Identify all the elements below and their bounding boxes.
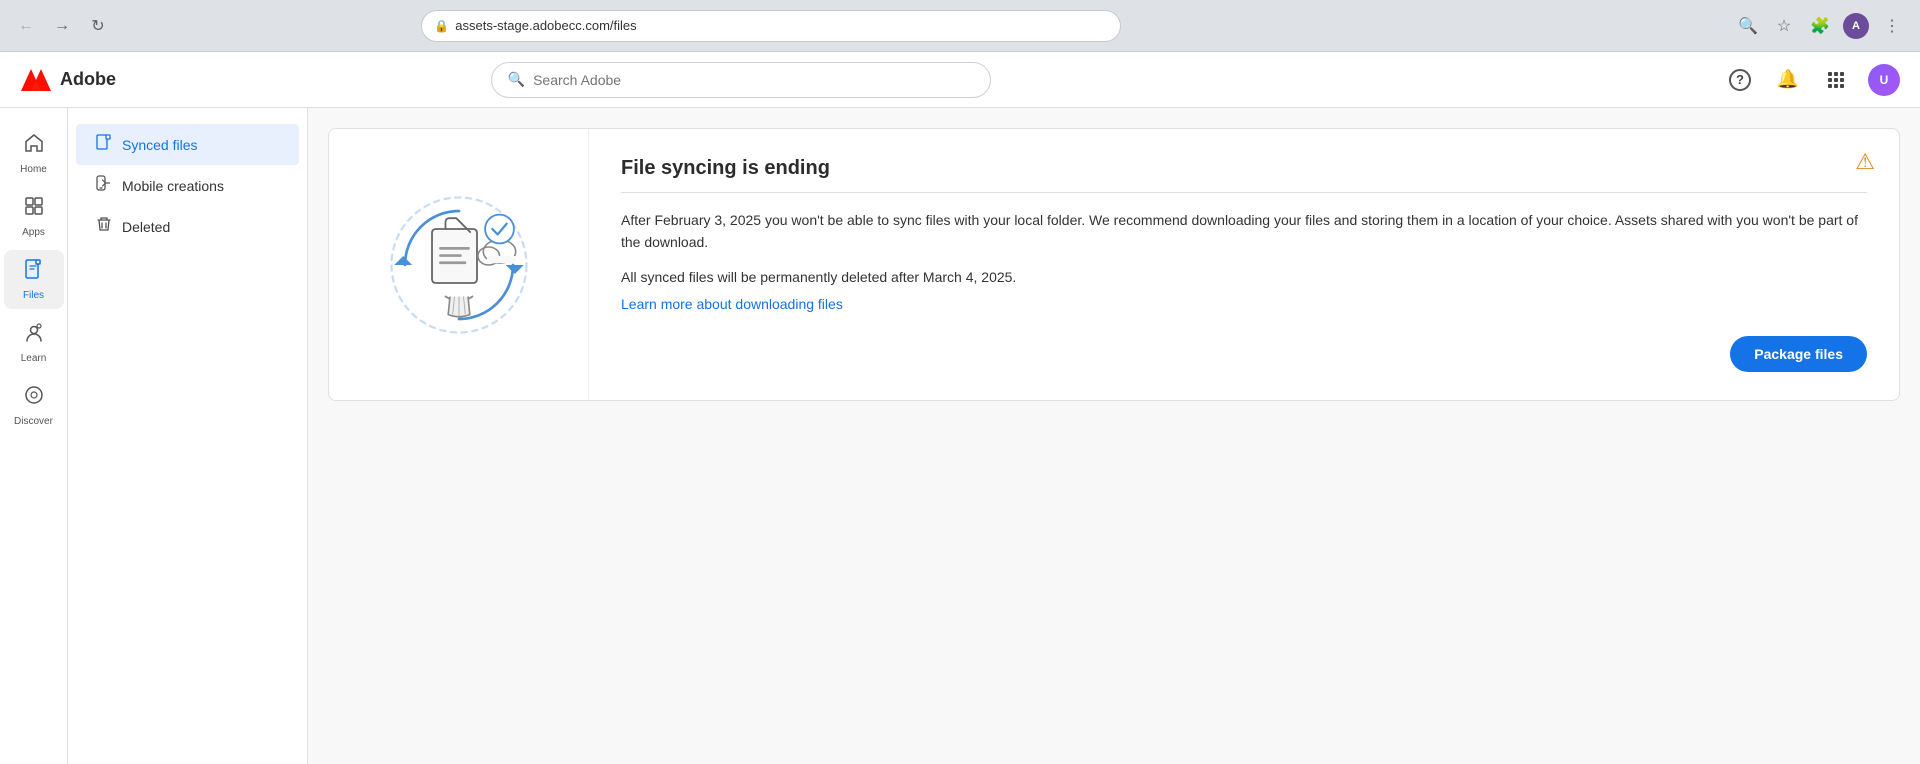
- help-button[interactable]: ?: [1724, 64, 1756, 96]
- mobile-creations-icon: [96, 175, 112, 196]
- home-icon: [23, 132, 45, 160]
- top-header: Adobe 🔍 ? 🔔: [0, 52, 1920, 108]
- files-icon: [23, 258, 45, 286]
- discover-icon: [23, 384, 45, 412]
- sidebar-mobile-creations[interactable]: Mobile creations: [76, 165, 299, 206]
- sidebar-item-learn[interactable]: Learn: [4, 313, 64, 372]
- zoom-button[interactable]: 🔍: [1732, 10, 1764, 42]
- menu-button[interactable]: ⋮: [1876, 10, 1908, 42]
- back-button[interactable]: ←: [12, 12, 40, 40]
- url-input[interactable]: [455, 18, 1108, 33]
- forward-button[interactable]: →: [48, 12, 76, 40]
- sidebar: Synced files Mobile creations: [68, 108, 308, 764]
- user-avatar[interactable]: U: [1868, 64, 1900, 96]
- help-icon: ?: [1729, 69, 1751, 91]
- package-files-button[interactable]: Package files: [1730, 336, 1867, 372]
- file-sync-illustration: [369, 175, 549, 355]
- extensions-button[interactable]: 🧩: [1804, 10, 1836, 42]
- bookmark-button[interactable]: ☆: [1768, 10, 1800, 42]
- sidebar-item-home[interactable]: Home: [4, 124, 64, 183]
- apps-icon: [23, 195, 45, 223]
- banner-main-text: After February 3, 2025 you won't be able…: [621, 209, 1867, 254]
- deleted-label: Deleted: [122, 219, 170, 235]
- adobe-wordmark: Adobe: [60, 69, 116, 90]
- banner-actions: Package files: [621, 312, 1867, 372]
- apps-grid-icon: [1828, 72, 1844, 88]
- address-bar: 🔒: [421, 10, 1121, 42]
- bell-icon: 🔔: [1777, 69, 1799, 90]
- sidebar-item-apps[interactable]: Apps: [4, 187, 64, 246]
- adobe-logo-icon: [20, 69, 52, 91]
- browser-chrome: ← → ↻ 🔒 🔍 ☆ 🧩 A ⋮: [0, 0, 1920, 52]
- search-input[interactable]: [533, 72, 974, 88]
- mobile-creations-label: Mobile creations: [122, 178, 224, 194]
- banner-illustration: [329, 129, 589, 400]
- banner-secondary-text: All synced files will be permanently del…: [621, 266, 1867, 288]
- browser-avatar: A: [1843, 13, 1869, 39]
- notifications-button[interactable]: 🔔: [1772, 64, 1804, 96]
- browser-actions: 🔍 ☆ 🧩 A ⋮: [1732, 10, 1908, 42]
- apps-button[interactable]: [1820, 64, 1852, 96]
- synced-files-icon: [96, 134, 112, 155]
- header-actions: ? 🔔 U: [1724, 64, 1900, 96]
- app-wrapper: Adobe 🔍 ? 🔔: [0, 52, 1920, 764]
- sidebar-item-discover[interactable]: Discover: [4, 376, 64, 435]
- header-search-bar: 🔍: [491, 62, 991, 98]
- warning-icon: ⚠: [1855, 149, 1875, 175]
- avatar-initials: U: [1880, 73, 1889, 87]
- sidebar-deleted[interactable]: Deleted: [76, 206, 299, 247]
- banner-title: File syncing is ending: [621, 157, 1867, 180]
- sidebar-item-files[interactable]: Files: [4, 250, 64, 309]
- banner-divider: [621, 192, 1867, 193]
- left-nav: Home Apps: [0, 108, 68, 764]
- synced-files-label: Synced files: [122, 137, 197, 153]
- main-area: Home Apps: [0, 108, 1920, 764]
- adobe-logo[interactable]: Adobe: [20, 69, 116, 91]
- learn-more-link[interactable]: Learn more about downloading files: [621, 296, 843, 312]
- notification-banner: ⚠ File syncing is ending After February …: [328, 128, 1900, 401]
- reload-button[interactable]: ↻: [84, 12, 112, 40]
- content-area: ⚠ File syncing is ending After February …: [308, 108, 1920, 764]
- learn-icon: [23, 321, 45, 349]
- search-icon: 🔍: [508, 71, 525, 88]
- secure-icon: 🔒: [434, 19, 449, 33]
- profile-button[interactable]: A: [1840, 10, 1872, 42]
- sidebar-synced-files[interactable]: Synced files: [76, 124, 299, 165]
- banner-content: ⚠ File syncing is ending After February …: [589, 129, 1899, 400]
- deleted-icon: [96, 216, 112, 237]
